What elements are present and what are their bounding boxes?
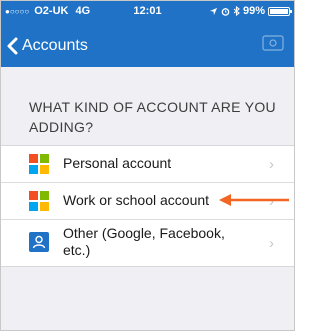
list-item-personal-account[interactable]: Personal account › — [1, 146, 294, 183]
list-item-label: Work or school account — [63, 192, 210, 208]
list-item-label: Other (Google, Facebook, etc.) — [63, 225, 225, 258]
navigation-bar: Accounts — [1, 31, 294, 65]
settings-icon[interactable] — [262, 35, 284, 51]
back-label: Accounts — [22, 37, 88, 54]
status-icons: 99% — [209, 5, 292, 17]
location-arrow-icon — [209, 7, 218, 15]
chevron-left-icon — [7, 37, 18, 55]
chevron-right-icon: › — [269, 156, 274, 173]
section-title: WHAT KIND OF ACCOUNT ARE YOU ADDING? — [29, 99, 276, 135]
header: ●○○○○ O2-UK 4G 12:01 99% Accounts — [1, 1, 294, 67]
bluetooth-icon — [233, 6, 240, 16]
chevron-right-icon: › — [269, 235, 274, 252]
annotation-arrow-icon — [219, 194, 289, 206]
list-item-other-account[interactable]: Other (Google, Facebook, etc.) › — [1, 220, 294, 266]
back-button[interactable]: Accounts — [7, 37, 88, 55]
phone-screen: ●○○○○ O2-UK 4G 12:01 99% Accounts WHAT K… — [0, 0, 295, 331]
alarm-icon — [221, 7, 230, 16]
status-bar: ●○○○○ O2-UK 4G 12:01 99% — [1, 1, 294, 21]
person-icon — [29, 232, 49, 252]
list-item-label: Personal account — [63, 155, 172, 171]
battery-icon — [268, 6, 292, 16]
microsoft-logo-icon — [29, 191, 49, 211]
battery-percent: 99% — [242, 5, 265, 17]
microsoft-logo-icon — [29, 154, 49, 174]
battery-fill — [270, 8, 288, 14]
